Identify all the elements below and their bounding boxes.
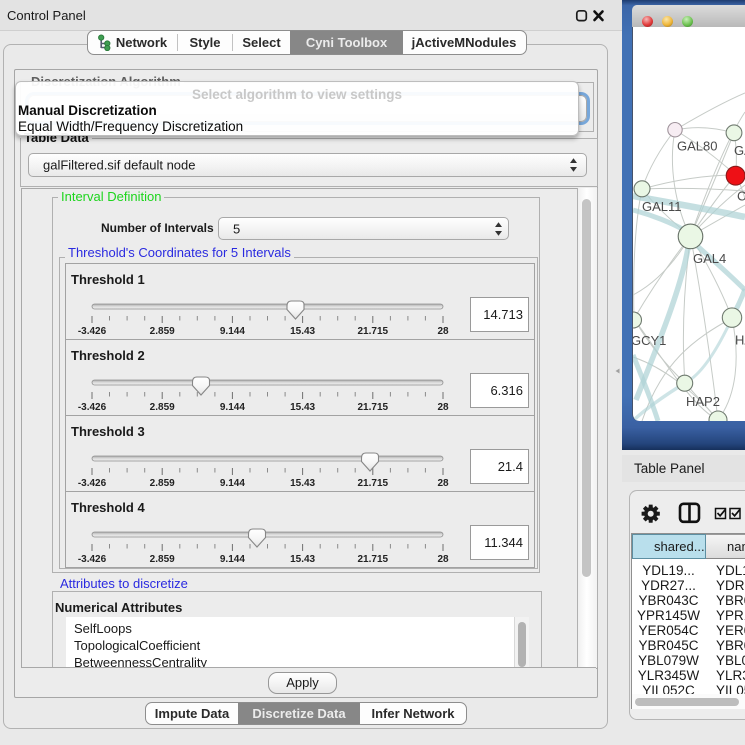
svg-text:2.859: 2.859: [150, 402, 175, 413]
svg-text:GAL11: GAL11: [642, 199, 682, 214]
svg-text:21.715: 21.715: [358, 402, 389, 413]
svg-text:2.859: 2.859: [150, 554, 175, 565]
svg-text:15.43: 15.43: [290, 478, 315, 489]
svg-text:9.144: 9.144: [220, 478, 245, 489]
svg-text:28: 28: [437, 478, 449, 489]
svg-text:2.859: 2.859: [150, 478, 175, 489]
svg-text:15.43: 15.43: [290, 554, 315, 565]
svg-text:15.43: 15.43: [290, 326, 315, 337]
svg-text:GAL4: GAL4: [693, 251, 726, 266]
svg-text:28: 28: [437, 554, 449, 565]
svg-text:HAP2: HAP2: [686, 394, 720, 409]
svg-text:21.715: 21.715: [358, 478, 389, 489]
svg-text:21.715: 21.715: [358, 554, 389, 565]
svg-text:HA: HA: [735, 333, 745, 348]
svg-text:C: C: [737, 189, 745, 204]
svg-text:-3.426: -3.426: [78, 554, 107, 565]
svg-text:-3.426: -3.426: [78, 478, 107, 489]
svg-text:9.144: 9.144: [220, 326, 245, 337]
svg-text:2.859: 2.859: [150, 326, 175, 337]
svg-text:-3.426: -3.426: [78, 326, 107, 337]
svg-text:GCY1: GCY1: [633, 333, 666, 348]
svg-text:-3.426: -3.426: [78, 402, 107, 413]
svg-text:21.715: 21.715: [358, 326, 389, 337]
svg-text:15.43: 15.43: [290, 402, 315, 413]
svg-text:28: 28: [437, 326, 449, 337]
svg-text:9.144: 9.144: [220, 554, 245, 565]
svg-text:GA: GA: [734, 143, 745, 158]
svg-text:GAL80: GAL80: [677, 139, 717, 154]
svg-text:9.144: 9.144: [220, 402, 245, 413]
svg-text:28: 28: [437, 402, 449, 413]
